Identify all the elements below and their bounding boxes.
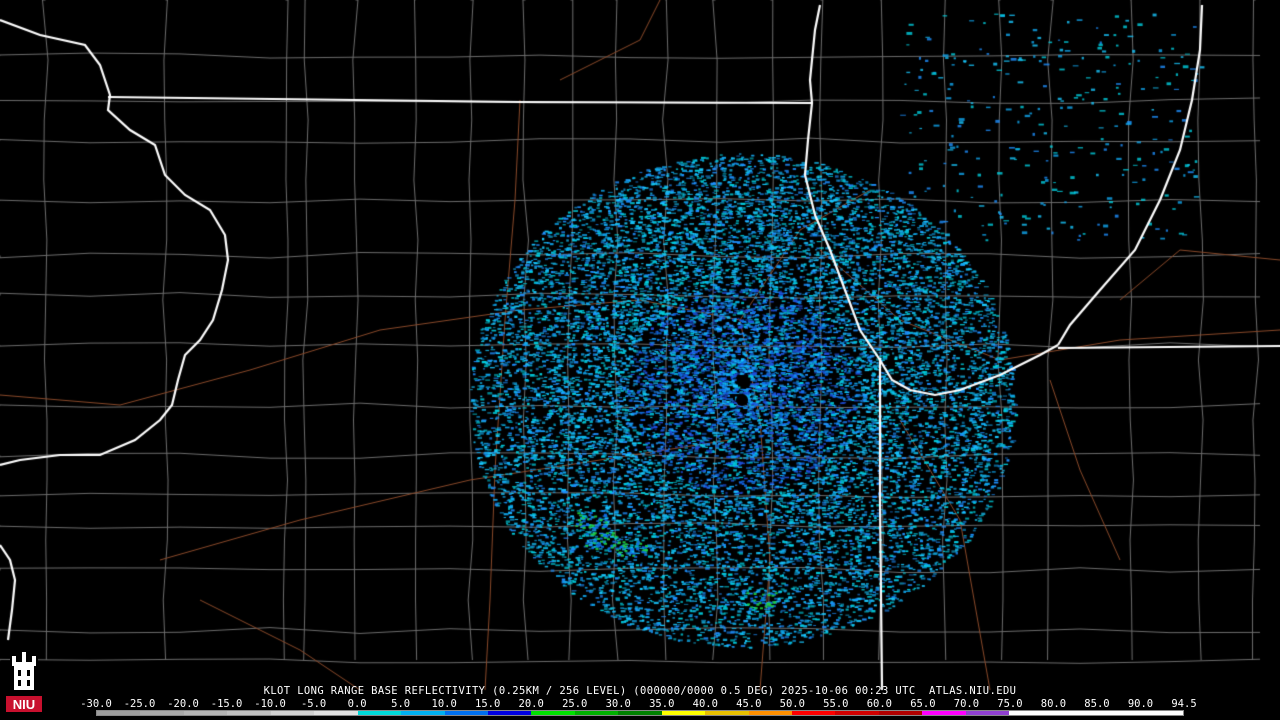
colorbar-tick-label: 35.0 bbox=[649, 698, 675, 710]
colorbar-swatch bbox=[270, 711, 315, 715]
colorbar-swatch bbox=[227, 711, 271, 715]
colorbar-tick-label: 40.0 bbox=[692, 698, 718, 710]
colorbar-swatch bbox=[705, 711, 749, 715]
colorbar-tick-label: 94.5 bbox=[1171, 698, 1197, 710]
colorbar-swatch bbox=[618, 711, 662, 715]
colorbar-tick-label: 45.0 bbox=[736, 698, 762, 710]
colorbar-tick-label: 80.0 bbox=[1040, 698, 1067, 710]
colorbar-tick-label: -30.0 bbox=[80, 698, 112, 710]
colorbar-swatch bbox=[314, 711, 358, 715]
colorbar-tick-label: 85.0 bbox=[1084, 698, 1110, 710]
colorbar-swatch bbox=[1139, 711, 1183, 715]
colorbar-swatch bbox=[574, 711, 619, 715]
colorbar-tick-label: -25.0 bbox=[123, 698, 156, 710]
colorbar-labels: -30.0 -25.0 -20.0 -15.0 -10.0 -5.0 0.0 5.0 10.0 1… bbox=[80, 698, 1197, 710]
colorbar-swatch bbox=[835, 711, 879, 715]
colorbar-swatch bbox=[401, 711, 445, 715]
colorbar-swatch bbox=[1052, 711, 1097, 715]
colorbar-tick-label: 15.0 bbox=[475, 698, 501, 710]
colorbar-tick-label: 65.0 bbox=[910, 698, 936, 710]
colorbar-swatch bbox=[922, 711, 966, 715]
colorbar-tick-label: -20.0 bbox=[167, 698, 199, 710]
colorbar-tick-label: -15.0 bbox=[210, 698, 243, 710]
colorbar-tick-label: 0.0 bbox=[347, 698, 367, 710]
colorbar-swatch bbox=[878, 711, 923, 715]
colorbar-swatch bbox=[444, 711, 488, 715]
colorbar-swatch bbox=[357, 711, 402, 715]
logo-text: NIU bbox=[13, 697, 35, 712]
colorbar-tick-label: 5.0 bbox=[391, 698, 411, 710]
colorbar-swatch bbox=[97, 711, 141, 715]
niu-logo: NIU bbox=[6, 652, 42, 712]
colorbar-tick-label: 70.0 bbox=[953, 698, 980, 710]
colorbar-swatch bbox=[792, 711, 836, 715]
colorbar-tick-label: 75.0 bbox=[997, 698, 1023, 710]
colorbar-swatch bbox=[531, 711, 575, 715]
colorbar-swatch bbox=[183, 711, 228, 715]
colorbar-swatch bbox=[661, 711, 706, 715]
reflectivity-colorbar bbox=[96, 710, 1184, 716]
colorbar-tick-label: 55.0 bbox=[823, 698, 849, 710]
colorbar-tick-label: -5.0 bbox=[300, 698, 327, 710]
colorbar-tick-label: 25.0 bbox=[562, 698, 588, 710]
colorbar-swatch bbox=[1009, 711, 1053, 715]
colorbar-swatch bbox=[1096, 711, 1140, 715]
colorbar-tick-label: -10.0 bbox=[254, 698, 286, 710]
product-caption: KLOT LONG RANGE BASE REFLECTIVITY (0.25K… bbox=[263, 685, 1017, 697]
colorbar-swatch bbox=[748, 711, 792, 715]
colorbar-tick-label: 30.0 bbox=[605, 698, 631, 710]
colorbar-tick-label: 60.0 bbox=[866, 698, 893, 710]
colorbar-swatch bbox=[487, 711, 532, 715]
colorbar-swatch bbox=[965, 711, 1010, 715]
radar-map bbox=[0, 0, 1280, 720]
colorbar-swatch bbox=[140, 711, 184, 715]
colorbar-tick-label: 50.0 bbox=[779, 698, 805, 710]
colorbar-tick-label: 20.0 bbox=[518, 698, 544, 710]
colorbar-tick-label: 90.0 bbox=[1127, 698, 1154, 710]
colorbar-tick-label: 10.0 bbox=[431, 698, 457, 710]
